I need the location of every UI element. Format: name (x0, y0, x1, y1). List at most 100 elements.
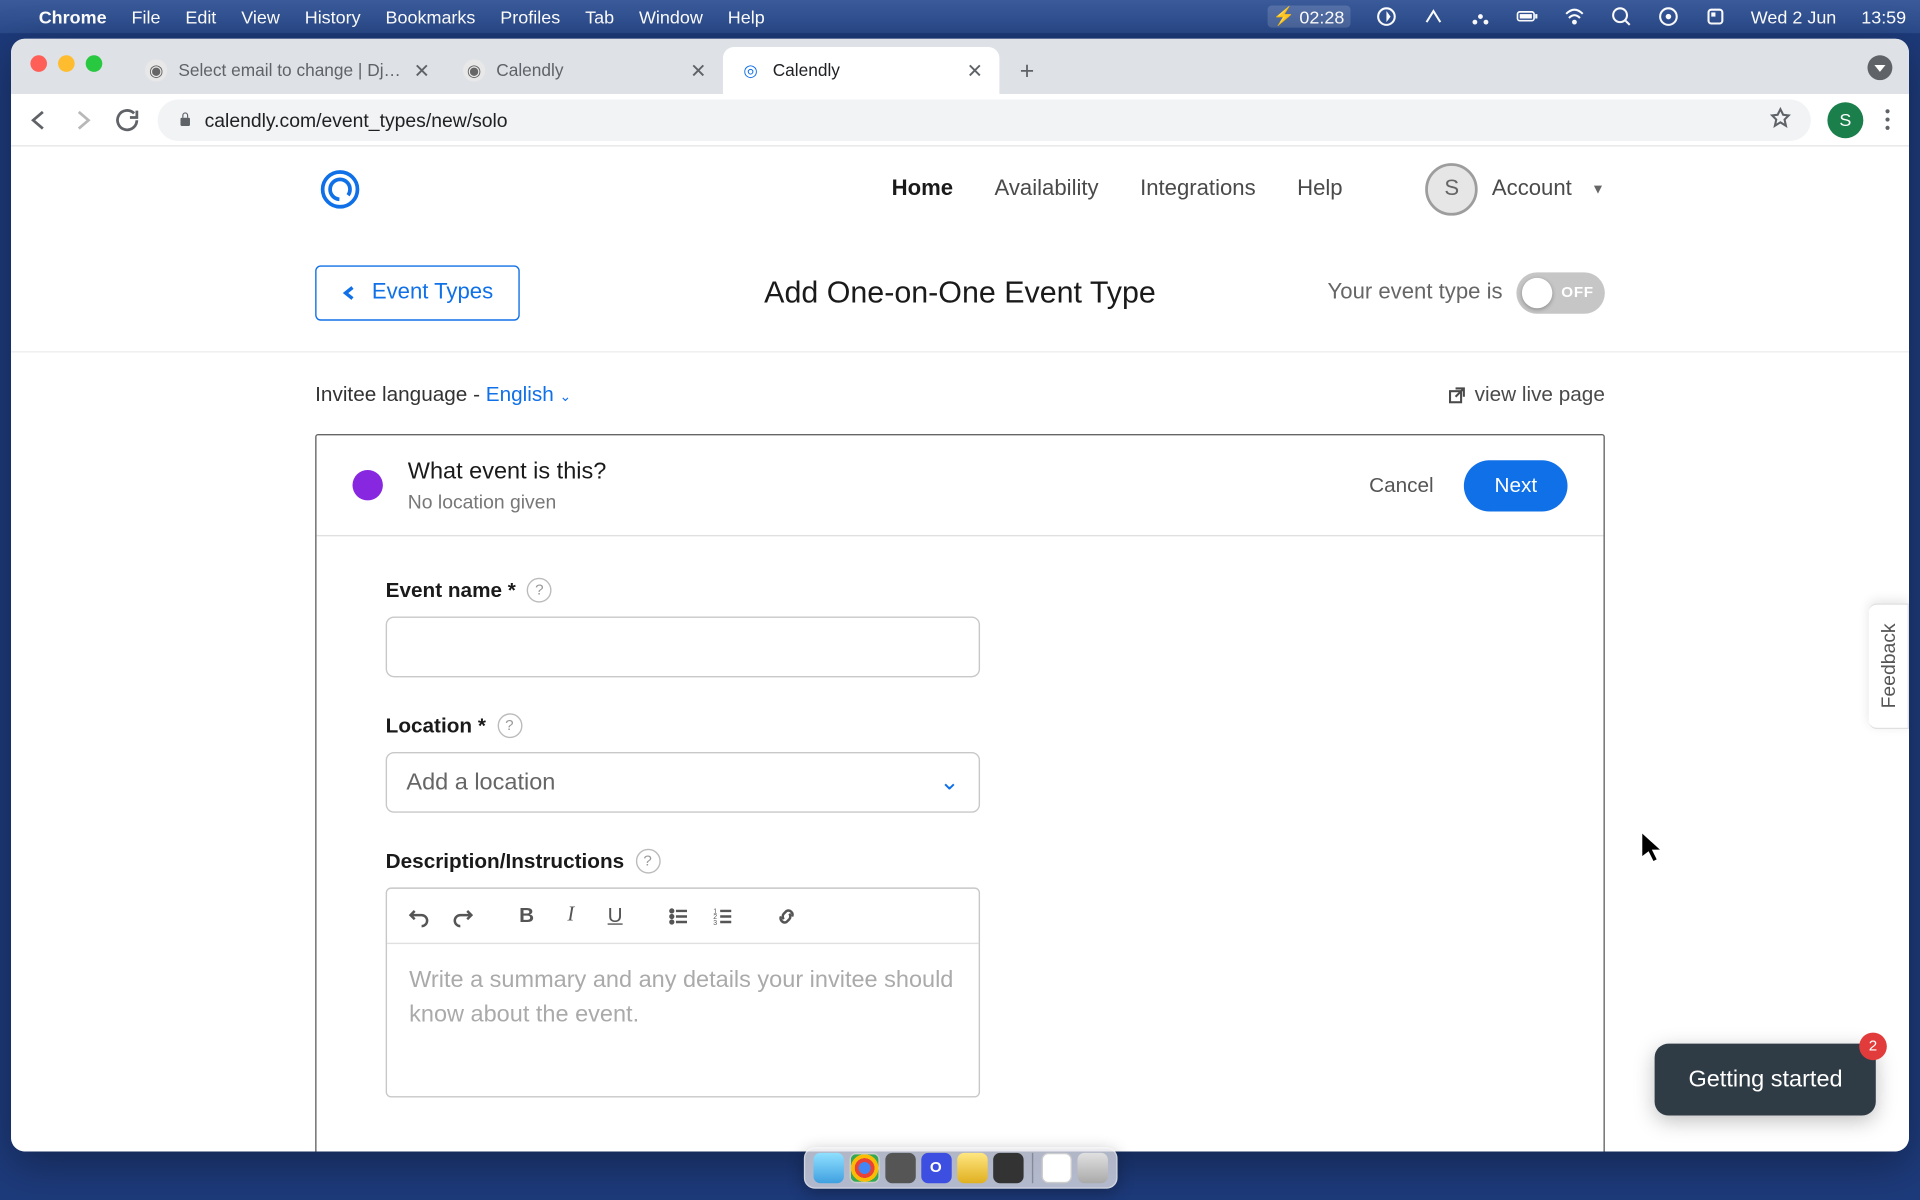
globe-icon: ◉ (145, 59, 167, 81)
toggle-prefix: Your event type is (1328, 281, 1503, 306)
italic-button[interactable]: I (553, 898, 589, 934)
undo-button[interactable] (401, 898, 437, 934)
redo-button[interactable] (445, 898, 481, 934)
menu-history[interactable]: History (305, 6, 361, 27)
window-controls (30, 55, 102, 72)
chrome-menu-button[interactable] (1880, 109, 1895, 130)
cancel-button[interactable]: Cancel (1369, 473, 1434, 496)
nav-home[interactable]: Home (892, 177, 953, 202)
tab-overflow-button[interactable] (1867, 55, 1892, 80)
help-icon[interactable]: ? (497, 713, 522, 738)
toggle-state: OFF (1561, 285, 1593, 302)
description-label: Description/Instructions ? (386, 849, 1535, 874)
battery-timer[interactable]: ⚡ 02:28 (1267, 6, 1350, 28)
event-enabled-toggle[interactable]: OFF (1516, 272, 1604, 313)
browser-window: ◉ Select email to change | Django ✕ ◉ Ca… (11, 39, 1909, 1152)
address-bar[interactable]: calendly.com/event_types/new/solo (158, 99, 1811, 140)
spotlight-icon[interactable] (1610, 6, 1632, 28)
dock-app[interactable] (813, 1153, 843, 1183)
timer-value: 02:28 (1299, 6, 1344, 27)
language-select[interactable]: English ⌄ (486, 383, 571, 406)
card-question: What event is this? (408, 458, 607, 486)
minimize-window-button[interactable] (58, 55, 75, 72)
calendly-logo[interactable] (315, 164, 365, 214)
close-tab-icon[interactable]: ✕ (414, 59, 430, 82)
browser-tab[interactable]: ◎ Calendly ✕ (723, 47, 999, 94)
tab-title: Calendly (773, 61, 956, 80)
browser-tab[interactable]: ◉ Select email to change | Django ✕ (129, 47, 447, 94)
page-header: Event Types Add One-on-One Event Type Yo… (11, 232, 1909, 352)
description-textarea[interactable]: Write a summary and any details your inv… (387, 944, 979, 1096)
dock-app[interactable] (992, 1153, 1022, 1183)
dock-app[interactable] (849, 1153, 879, 1183)
underline-button[interactable]: U (597, 898, 633, 934)
menu-help[interactable]: Help (728, 6, 765, 27)
toolbar: calendly.com/event_types/new/solo S (11, 94, 1909, 147)
page-content: Home Availability Integrations Help S Ac… (11, 147, 1909, 1152)
link-button[interactable] (769, 898, 805, 934)
getting-started-widget[interactable]: Getting started 2 (1655, 1044, 1875, 1116)
menu-window[interactable]: Window (639, 6, 703, 27)
close-tab-icon[interactable]: ✕ (690, 59, 706, 82)
location-select[interactable]: Add a location ⌄ (386, 752, 980, 813)
control-center-icon[interactable] (1657, 6, 1679, 28)
back-to-event-types[interactable]: Event Types (315, 265, 519, 320)
account-label: Account (1492, 177, 1572, 202)
back-button[interactable] (25, 106, 53, 134)
dock-app[interactable] (885, 1153, 915, 1183)
menu-file[interactable]: File (131, 6, 160, 27)
status-icon-1[interactable] (1375, 6, 1397, 28)
menu-clock[interactable]: 13:59 (1861, 6, 1906, 27)
account-menu[interactable]: S Account ▼ (1426, 163, 1605, 216)
close-window-button[interactable] (30, 55, 47, 72)
sub-header: Invitee language - English ⌄ view live p… (11, 352, 1909, 420)
browser-tab[interactable]: ◉ Calendly ✕ (446, 47, 722, 94)
calendly-icon: ◎ (740, 59, 762, 81)
help-icon[interactable]: ? (635, 849, 660, 874)
nav-help[interactable]: Help (1297, 177, 1342, 202)
language-prefix: Invitee language - (315, 383, 486, 406)
status-icon-3[interactable] (1469, 6, 1491, 28)
back-label: Event Types (372, 281, 493, 306)
menu-date[interactable]: Wed 2 Jun (1751, 6, 1837, 27)
menu-view[interactable]: View (241, 6, 280, 27)
number-list-button[interactable]: 123 (705, 898, 741, 934)
fullscreen-window-button[interactable] (86, 55, 103, 72)
view-live-page-link[interactable]: view live page (1447, 383, 1605, 406)
tab-strip: ◉ Select email to change | Django ✕ ◉ Ca… (11, 39, 1909, 94)
dock-app[interactable]: O (921, 1153, 951, 1183)
menu-tab[interactable]: Tab (585, 6, 614, 27)
profile-avatar[interactable]: S (1827, 102, 1863, 138)
dock-app[interactable] (957, 1153, 987, 1183)
menu-bookmarks[interactable]: Bookmarks (386, 6, 476, 27)
dock-trash[interactable] (1077, 1153, 1107, 1183)
active-app-name[interactable]: Chrome (39, 6, 107, 27)
bold-button[interactable]: B (509, 898, 545, 934)
event-name-input[interactable] (386, 617, 980, 678)
nav-availability[interactable]: Availability (995, 177, 1099, 202)
new-tab-button[interactable]: + (1008, 51, 1047, 90)
menu-edit[interactable]: Edit (185, 6, 216, 27)
siri-icon[interactable] (1704, 6, 1726, 28)
event-name-label: Event name * ? (386, 578, 1535, 603)
chevron-down-icon: ⌄ (940, 769, 960, 797)
nav-integrations[interactable]: Integrations (1140, 177, 1256, 202)
bullet-list-button[interactable] (661, 898, 697, 934)
bookmark-icon[interactable] (1769, 106, 1791, 132)
reload-button[interactable] (113, 106, 141, 134)
card-header: What event is this? No location given Ca… (317, 435, 1604, 536)
forward-button[interactable] (69, 106, 97, 134)
tab-title: Select email to change | Django (178, 61, 402, 80)
close-tab-icon[interactable]: ✕ (967, 59, 983, 82)
status-icon-2[interactable] (1422, 6, 1444, 28)
next-button[interactable]: Next (1464, 460, 1567, 511)
feedback-tab[interactable]: Feedback (1869, 603, 1909, 729)
battery-icon[interactable] (1516, 6, 1538, 28)
page-title: Add One-on-One Event Type (11, 275, 1909, 311)
help-icon[interactable]: ? (527, 578, 552, 603)
toggle-knob (1522, 278, 1552, 308)
dock-app[interactable] (1041, 1153, 1071, 1183)
wifi-icon[interactable] (1563, 6, 1585, 28)
svg-text:3: 3 (713, 919, 717, 926)
menu-profiles[interactable]: Profiles (500, 6, 560, 27)
